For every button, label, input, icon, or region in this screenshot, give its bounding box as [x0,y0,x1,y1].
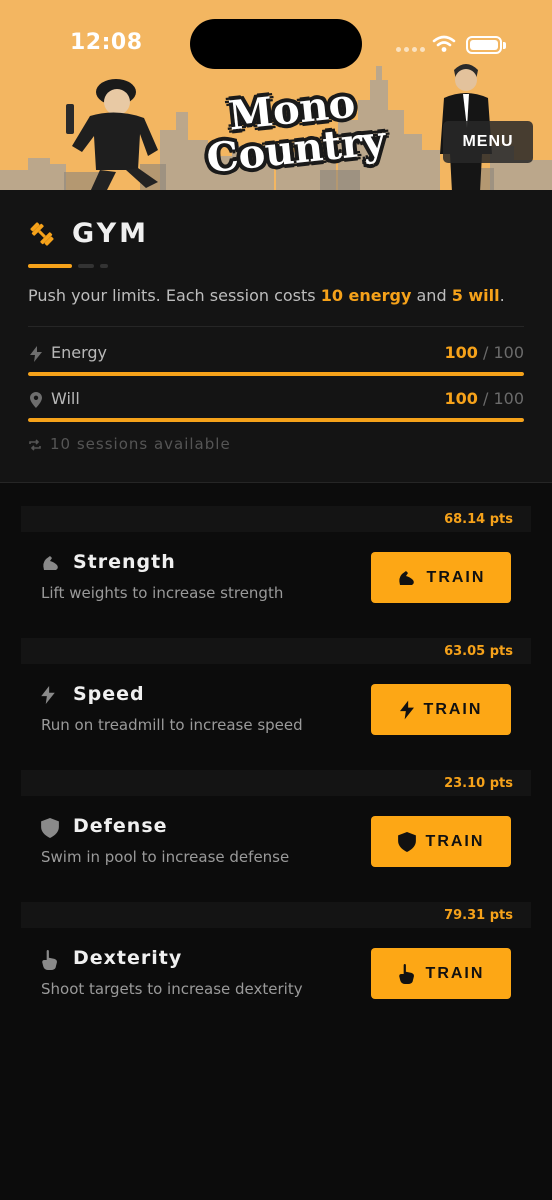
train-speed-button[interactable]: TRAIN [371,684,511,735]
title-underline-indicator [28,264,108,268]
training-name: Strength [73,551,176,573]
gym-panel: GYM Push your limits. Each session costs… [0,190,552,483]
training-description: Swim in pool to increase defense [41,848,290,866]
bolt-icon [41,686,55,704]
battery-icon [466,36,506,54]
header-banner: 12:08 Mono Country MENU [0,0,552,190]
flexed-arm-icon [43,556,58,570]
bolt-icon [30,346,42,362]
will-label: Will [51,389,80,408]
location-pin-icon [30,392,42,408]
pointing-hand-icon [42,950,57,970]
points-value: 79.31 pts [444,908,513,923]
train-dexterity-button[interactable]: TRAIN [371,948,511,999]
train-button-label: TRAIN [425,964,485,982]
training-description: Lift weights to increase strength [41,584,284,602]
will-progress-fill [28,418,524,422]
status-time: 12:08 [70,30,143,55]
shield-icon [41,818,59,838]
train-button-label: TRAIN [423,700,483,718]
train-button-label: TRAIN [426,568,486,586]
flexed-arm-icon [398,570,414,585]
points-value: 23.10 pts [444,776,513,791]
energy-progress-fill [28,372,524,376]
will-cost: 5 will [451,286,500,305]
repeat-icon [29,438,41,451]
train-button-label: TRAIN [425,832,485,850]
shield-icon [397,831,416,852]
card-header: 79.31 pts [21,902,531,928]
app-logo: Mono Country [200,80,387,183]
energy-progress-bar [28,372,524,376]
train-strength-button[interactable]: TRAIN [371,552,511,603]
energy-cost: 10 energy [320,286,412,305]
card-header: 63.05 pts [21,638,531,664]
dynamic-island [190,19,362,69]
status-bar: 12:08 [0,0,552,90]
card-header: 23.10 pts [21,770,531,796]
training-card-dexterity: 79.31 pts Dexterity Shoot targets to inc… [21,902,531,1022]
points-value: 63.05 pts [444,644,513,659]
training-card-strength: 68.14 pts Strength Lift weights to incre… [21,506,531,626]
menu-button[interactable]: MENU [443,121,533,163]
energy-value: 100 / 100 [444,343,524,362]
page-title: GYM [72,218,149,249]
sessions-available: 10 sessions available [28,435,231,453]
cellular-signal-icon [396,47,425,52]
training-description: Run on treadmill to increase speed [41,716,303,734]
wifi-icon [432,35,456,52]
will-stat: Will 100 / 100 [28,388,524,414]
training-name: Defense [73,815,168,837]
card-header: 68.14 pts [21,506,531,532]
energy-stat: Energy 100 / 100 [28,342,524,368]
points-value: 68.14 pts [444,512,513,527]
pointing-hand-icon [398,963,414,984]
will-progress-bar [28,418,524,422]
gym-description: Push your limits. Each session costs 10 … [28,286,505,305]
bolt-icon [399,700,414,719]
training-card-defense: 23.10 pts Defense Swim in pool to increa… [21,770,531,890]
training-name: Speed [73,683,145,705]
divider [28,326,524,327]
training-description: Shoot targets to increase dexterity [41,980,303,998]
training-card-speed: 63.05 pts Speed Run on treadmill to incr… [21,638,531,758]
energy-label: Energy [51,343,108,362]
training-name: Dexterity [73,947,183,969]
will-value: 100 / 100 [444,389,524,408]
dumbbell-icon [30,222,54,246]
train-defense-button[interactable]: TRAIN [371,816,511,867]
